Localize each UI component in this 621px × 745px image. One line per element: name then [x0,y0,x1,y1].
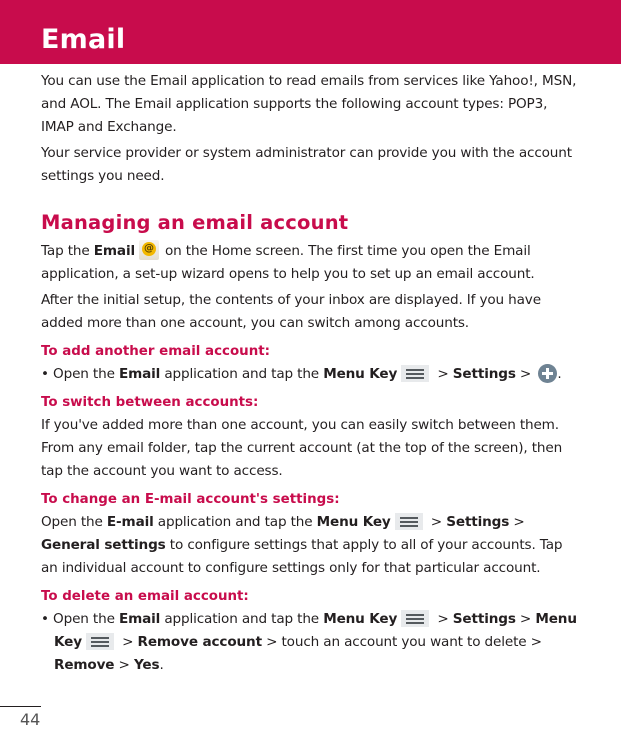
bullet: • [41,611,54,627]
yes-label: Yes [133,657,160,673]
menu-key-label: Menu Key [323,366,398,382]
plus-circle-icon [538,364,558,383]
email-label: Email [93,243,135,259]
switch-accounts-paragraph: If you've added more than one account, y… [41,417,563,479]
menu-key-icon [394,513,423,530]
text: Open the [53,611,119,627]
text: > [117,634,138,650]
add-account-step: • Open the Email application and tap the… [41,363,581,386]
text: Tap the [41,243,94,259]
intro-paragraph: You can use the Email application to rea… [41,73,577,135]
subheading-delete-account: To delete an email account: [41,589,249,604]
text: application and tap the [153,514,317,530]
text: Open the [53,366,119,382]
text: > [114,657,134,673]
text: application and tap the [160,366,324,382]
menu-key-icon [401,365,430,382]
text: . [557,366,562,382]
menu-key-label: Menu Key [323,611,398,627]
bullet: • [41,366,54,382]
email-app-icon [138,240,159,260]
text: . [159,657,164,673]
text: Open the [41,514,107,530]
change-settings-paragraph: Open the E-mail application and tap the … [41,511,581,580]
email-label: Email [118,366,161,382]
text: application and tap the [160,611,324,627]
remove-account-label: Remove account [137,634,263,650]
email-label: Email [118,611,161,627]
text: > [515,366,536,382]
page-content: You can use the Email application to rea… [41,70,581,677]
settings-label: Settings [452,366,516,382]
intro-paragraph-2: Your service provider or system administ… [41,145,572,184]
managing-paragraph: Tap the Emailon the Home screen. The fir… [41,240,581,286]
text: > [433,611,453,627]
text: > [433,366,453,382]
remove-label: Remove [54,657,115,673]
email-label: E-mail [106,514,154,530]
settings-label: Settings [452,611,516,627]
menu-key-icon [401,610,430,627]
text: > [426,514,447,530]
subheading-change-settings: To change an E-mail account's settings: [41,492,340,507]
subheading-switch-accounts: To switch between accounts: [41,395,259,410]
footer-divider [0,706,41,707]
text: > touch an account you want to delete > [261,634,542,650]
section-heading-managing: Managing an email account [41,211,349,234]
subheading-add-account: To add another email account: [41,344,270,359]
text: > [515,611,536,627]
text: > [509,514,525,530]
page-title: Email [41,24,126,55]
general-settings-label: General settings [41,537,166,553]
managing-paragraph-2: After the initial setup, the contents of… [41,292,541,331]
menu-key-label: Menu Key [316,514,391,530]
delete-account-step: • Open the Email application and tap the… [41,608,581,677]
page-number: 44 [20,710,41,729]
menu-key-icon [85,633,114,650]
page-header: Email [0,0,621,64]
settings-label: Settings [446,514,510,530]
